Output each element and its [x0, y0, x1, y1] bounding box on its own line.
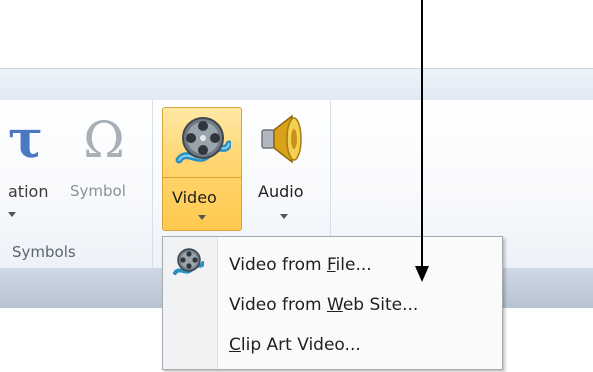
- equation-icon: τ: [8, 109, 43, 170]
- group-label-symbols: Symbols: [12, 243, 76, 261]
- dropdown-arrow-icon: [280, 214, 288, 219]
- film-reel-icon: [173, 248, 204, 275]
- dropdown-arrow-icon[interactable]: [198, 215, 206, 220]
- menu-item-video-from-web-site[interactable]: Video from Web Site...: [229, 295, 418, 315]
- menu-item-video-from-file[interactable]: Video from File...: [229, 255, 372, 275]
- omega-symbol-icon: Ω: [83, 111, 125, 169]
- film-reel-icon: [175, 117, 231, 164]
- video-label: Video: [172, 188, 217, 207]
- video-button[interactable]: Video: [162, 107, 242, 231]
- audio-label: Audio: [258, 182, 304, 201]
- menu-item-clip-art-video[interactable]: Clip Art Video...: [229, 335, 361, 355]
- group-separator: [152, 100, 153, 268]
- symbol-label: Symbol: [70, 182, 126, 200]
- split-divider: [163, 177, 241, 178]
- equation-label: ation: [8, 182, 49, 201]
- video-dropdown-menu: Video from File... Video from Web Site..…: [162, 236, 503, 370]
- dropdown-arrow-icon: [8, 212, 16, 217]
- annotation-arrowhead: [415, 266, 429, 282]
- ribbon-tab-strip: [0, 68, 593, 101]
- speaker-icon: [261, 114, 302, 164]
- annotation-arrow: [421, 0, 423, 268]
